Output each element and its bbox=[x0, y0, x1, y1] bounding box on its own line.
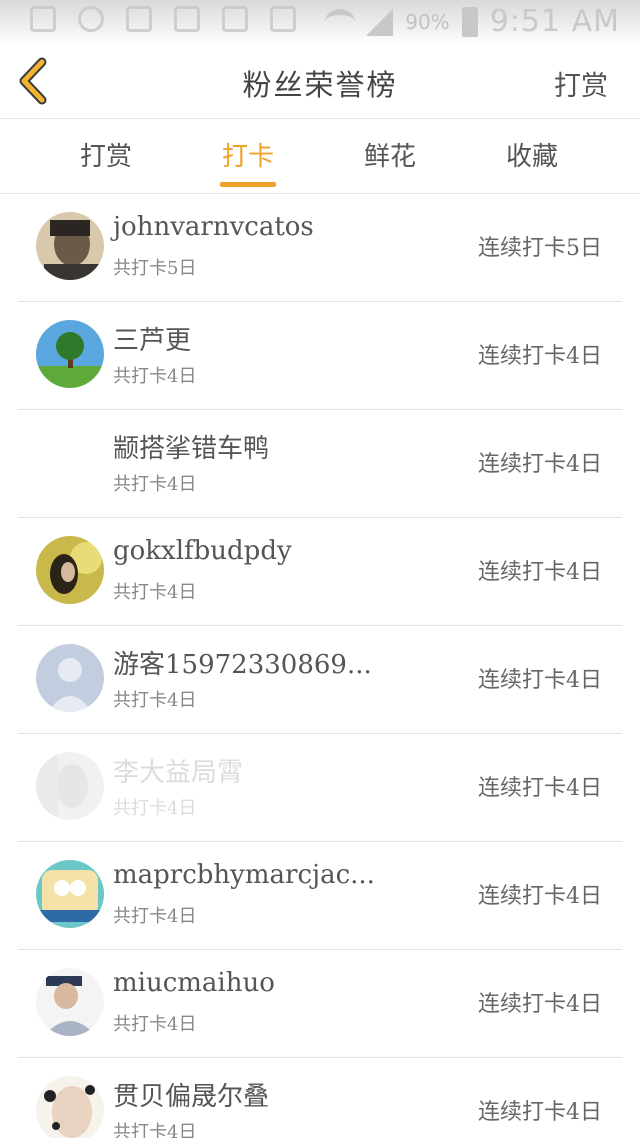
fan-name: gokxlfbudpdy bbox=[113, 536, 292, 566]
total-checkins: 共打卡4日 bbox=[113, 366, 197, 387]
avatar bbox=[36, 644, 104, 712]
total-checkins: 共打卡4日 bbox=[113, 582, 197, 603]
clock: 9:51 AM bbox=[489, 4, 620, 39]
streak-days: 连续打卡4日 bbox=[478, 1100, 602, 1125]
streak-days: 连续打卡4日 bbox=[478, 992, 602, 1017]
list-item[interactable]: gokxlfbudpdy 共打卡4日 连续打卡4日 bbox=[18, 518, 622, 626]
avatar bbox=[36, 860, 104, 928]
image-icon bbox=[174, 6, 200, 32]
nav-bar: 粉丝荣誉榜 打赏 bbox=[0, 44, 640, 118]
fan-name: 三芦更 bbox=[113, 326, 192, 356]
battery-icon bbox=[461, 6, 478, 37]
signal-icon bbox=[367, 7, 394, 36]
avatar bbox=[36, 968, 104, 1036]
total-checkins: 共打卡5日 bbox=[113, 258, 197, 279]
tab-label: 收藏 bbox=[505, 142, 558, 172]
list-item[interactable]: 贯贝偏晟尔叠 共打卡4日 连续打卡4日 bbox=[18, 1058, 622, 1138]
tab-bar: 打赏 打卡 鲜花 收藏 bbox=[0, 118, 640, 194]
fan-name: 贯贝偏晟尔叠 bbox=[113, 1082, 270, 1112]
fan-name: 颛搭挲错车鸭 bbox=[113, 434, 270, 464]
fan-name: miucmaihuo bbox=[113, 968, 275, 998]
tab-label: 打赏 bbox=[79, 142, 132, 172]
total-checkins: 共打卡4日 bbox=[113, 690, 197, 711]
wifi-icon bbox=[325, 8, 356, 35]
list-item[interactable]: 三芦更 共打卡4日 连续打卡4日 bbox=[18, 302, 622, 410]
avatar bbox=[36, 1076, 104, 1138]
streak-days: 连续打卡4日 bbox=[478, 344, 602, 369]
document-icon bbox=[126, 6, 152, 32]
fan-name: 李大益局霄 bbox=[113, 758, 244, 788]
list-item[interactable]: maprcbhymarcjac... 共打卡4日 连续打卡4日 bbox=[18, 842, 622, 950]
total-checkins: 共打卡4日 bbox=[113, 1122, 197, 1138]
streak-days: 连续打卡4日 bbox=[478, 884, 602, 909]
total-checkins: 共打卡4日 bbox=[113, 1014, 197, 1035]
fan-name: maprcbhymarcjac... bbox=[113, 860, 375, 890]
list-item[interactable]: 李大益局霄 共打卡4日 连续打卡4日 bbox=[18, 734, 622, 842]
list-item[interactable]: 游客15972330869... 共打卡4日 连续打卡4日 bbox=[18, 626, 622, 734]
streak-days: 连续打卡4日 bbox=[478, 560, 602, 585]
tab-label: 打卡 bbox=[221, 142, 274, 172]
avatar bbox=[36, 212, 104, 280]
tab-favorites[interactable]: 收藏 bbox=[482, 119, 582, 193]
total-checkins: 共打卡4日 bbox=[113, 906, 197, 927]
list-item[interactable]: johnvarnvcatos 共打卡5日 连续打卡5日 bbox=[18, 194, 622, 302]
fan-name: 游客15972330869... bbox=[113, 650, 372, 680]
avatar bbox=[36, 536, 104, 604]
fan-name: johnvarnvcatos bbox=[113, 212, 314, 242]
active-tab-indicator bbox=[220, 182, 276, 187]
battery-percent: 90% bbox=[405, 9, 450, 34]
reward-button[interactable]: 打赏 bbox=[554, 64, 608, 103]
list-item[interactable]: miucmaihuo 共打卡4日 连续打卡4日 bbox=[18, 950, 622, 1058]
shield-icon bbox=[78, 6, 104, 32]
total-checkins: 共打卡4日 bbox=[113, 474, 197, 495]
tab-checkin[interactable]: 打卡 bbox=[198, 119, 298, 193]
fan-list: johnvarnvcatos 共打卡5日 连续打卡5日 三芦更 共打卡4日 连续… bbox=[0, 194, 640, 1138]
streak-days: 连续打卡4日 bbox=[478, 776, 602, 801]
news-icon bbox=[222, 6, 248, 32]
avatar bbox=[36, 320, 104, 388]
tab-flowers[interactable]: 鲜花 bbox=[340, 119, 440, 193]
avatar bbox=[36, 752, 104, 820]
notification-icon bbox=[30, 6, 56, 32]
notification-icons bbox=[30, 6, 296, 32]
mail-icon bbox=[270, 6, 296, 32]
streak-days: 连续打卡4日 bbox=[478, 668, 602, 693]
total-checkins: 共打卡4日 bbox=[113, 798, 197, 819]
tab-label: 鲜花 bbox=[363, 142, 416, 172]
status-bar: 90% 9:51 AM bbox=[0, 0, 640, 44]
streak-days: 连续打卡4日 bbox=[478, 452, 602, 477]
list-item[interactable]: 颛搭挲错车鸭 共打卡4日 连续打卡4日 bbox=[18, 410, 622, 518]
tab-reward[interactable]: 打赏 bbox=[56, 119, 156, 193]
page-title: 粉丝荣誉榜 bbox=[242, 68, 398, 102]
streak-days: 连续打卡5日 bbox=[478, 236, 602, 261]
